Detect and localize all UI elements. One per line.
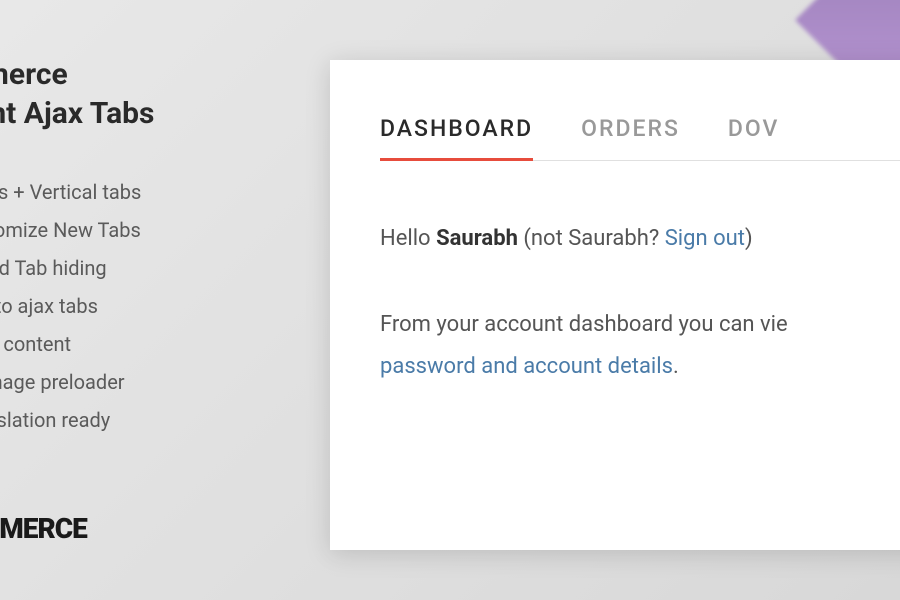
dashboard-period: . bbox=[673, 354, 679, 379]
feature-item: es Tab content bbox=[0, 325, 300, 363]
title-line-1: ommerce bbox=[0, 55, 300, 94]
feature-item: vert into ajax tabs bbox=[0, 287, 300, 325]
tab-dashboard[interactable]: DASHBOARD bbox=[380, 115, 533, 160]
tab-orders[interactable]: ORDERS bbox=[581, 115, 680, 160]
dashboard-line1: From your account dashboard you can vie bbox=[380, 312, 788, 337]
feature-list: b styles + Vertical tabs / Customize New… bbox=[0, 173, 300, 439]
feature-item: / Customize New Tabs bbox=[0, 211, 300, 249]
greeting-username: Saurabh bbox=[436, 226, 518, 251]
title-line-2: count Ajax Tabs bbox=[0, 94, 300, 133]
account-panel: DASHBOARD ORDERS DOV Hello Saurabh (not … bbox=[330, 60, 900, 550]
tab-downloads[interactable]: DOV bbox=[728, 115, 779, 160]
promo-sidebar: ommerce count Ajax Tabs b styles + Verti… bbox=[0, 55, 300, 439]
greeting-suffix: ) bbox=[745, 226, 753, 251]
greeting-prefix: Hello bbox=[380, 226, 436, 251]
feature-item: b styles + Vertical tabs bbox=[0, 173, 300, 211]
dashboard-description: From your account dashboard you can vie … bbox=[380, 304, 900, 388]
edit-account-link[interactable]: password and account details bbox=[380, 354, 673, 379]
product-title: ommerce count Ajax Tabs bbox=[0, 55, 300, 133]
feature-item: e based Tab hiding bbox=[0, 249, 300, 287]
signout-link[interactable]: Sign out bbox=[665, 226, 745, 251]
feature-item: & Translation ready bbox=[0, 401, 300, 439]
feature-item: tom image preloader bbox=[0, 363, 300, 401]
greeting-text: Hello Saurabh (not Saurabh? Sign out) bbox=[380, 221, 900, 256]
account-tabs: DASHBOARD ORDERS DOV bbox=[380, 115, 900, 161]
greeting-not: (not Saurabh? bbox=[518, 226, 665, 251]
brand-logo: COMMERCE bbox=[0, 512, 87, 545]
